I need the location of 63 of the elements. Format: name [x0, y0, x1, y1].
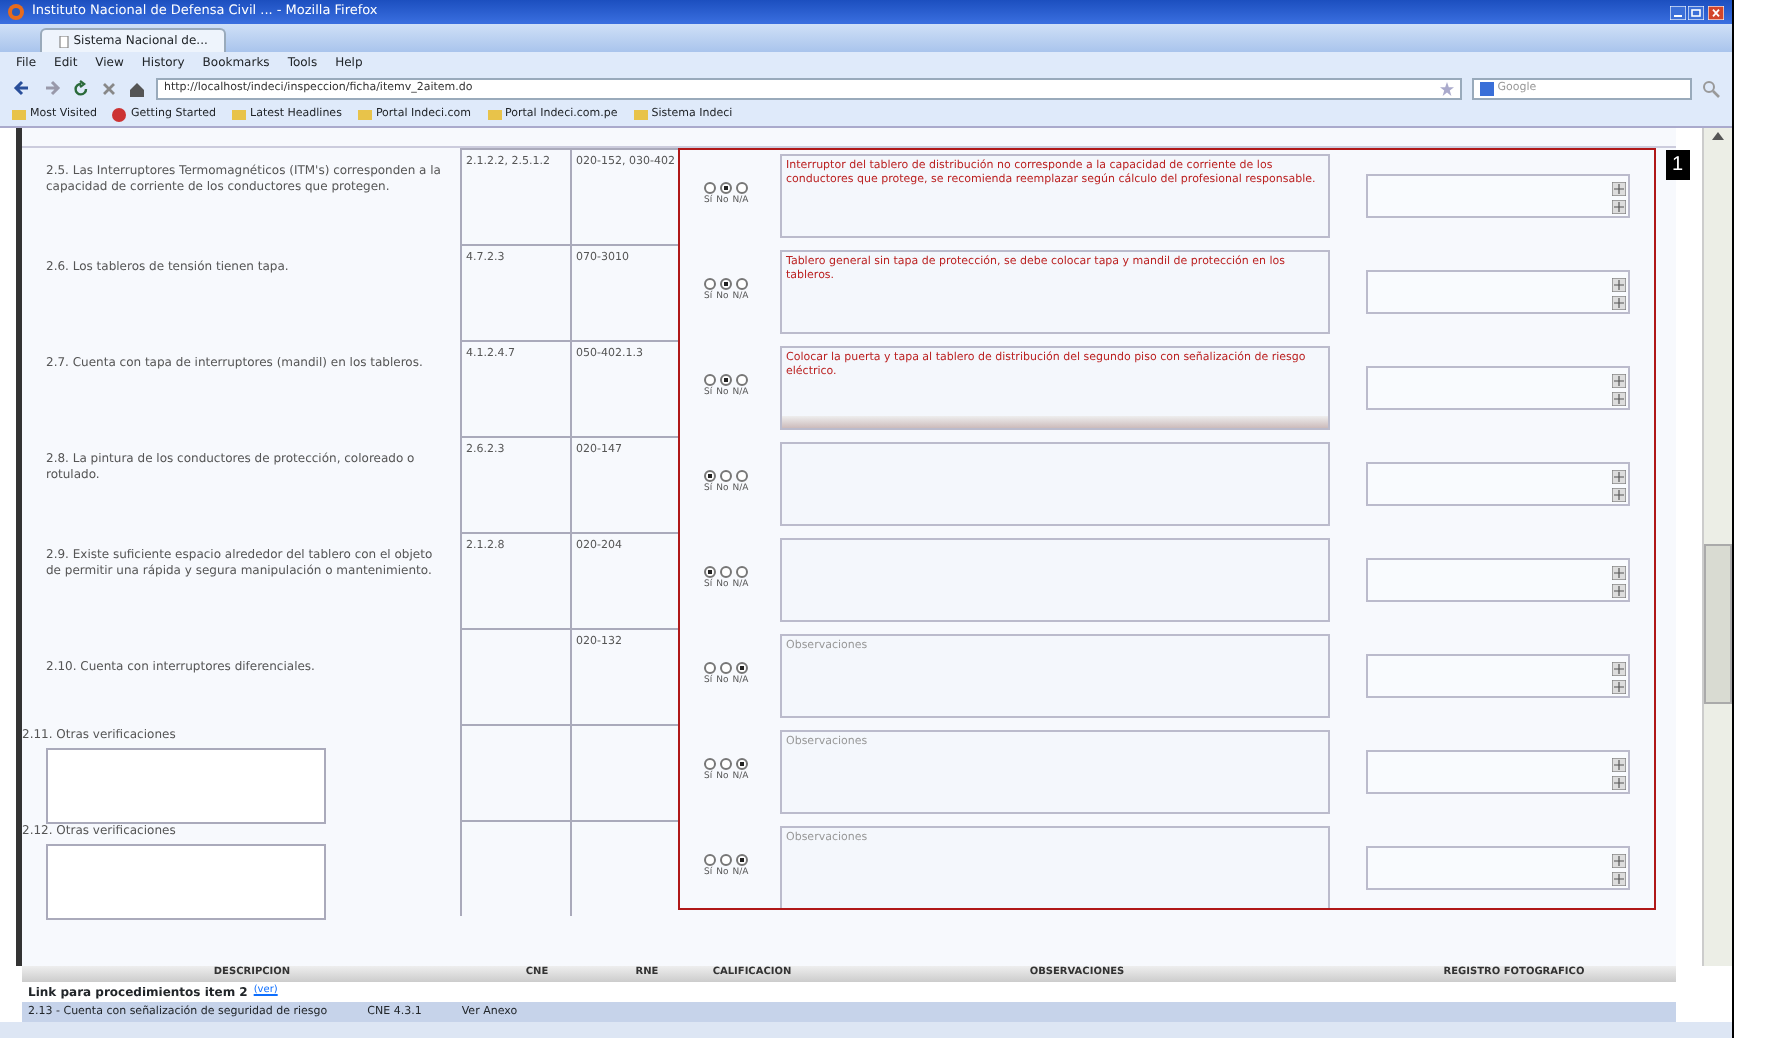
photo-field[interactable]: [1366, 654, 1630, 698]
text-area[interactable]: [46, 747, 326, 824]
forward-icon[interactable]: [42, 78, 62, 98]
radio-button[interactable]: [720, 278, 732, 291]
radio-button[interactable]: [704, 470, 716, 483]
photo-field[interactable]: [1366, 750, 1630, 794]
horizontal-scrollbar[interactable]: [782, 416, 1328, 428]
firefox-icon: [8, 4, 24, 20]
star-icon[interactable]: [1440, 81, 1454, 95]
photo-field[interactable]: [1366, 462, 1630, 506]
radio-button[interactable]: [736, 182, 748, 195]
folder-icon: [232, 108, 247, 122]
radio-button[interactable]: [704, 662, 716, 675]
home-icon[interactable]: [128, 79, 146, 97]
scrollbar-thumb[interactable]: [1704, 544, 1732, 704]
radio-button[interactable]: [736, 470, 748, 483]
annotation-number: 1: [1666, 150, 1690, 180]
folder-icon: [357, 108, 372, 122]
radio-button[interactable]: [720, 182, 732, 195]
radio-button[interactable]: [720, 470, 732, 483]
text-area[interactable]: [46, 843, 326, 920]
table-cell: [570, 820, 680, 916]
photo-field[interactable]: [1366, 270, 1630, 314]
radio-button[interactable]: [736, 278, 748, 291]
maximize-icon[interactable]: [1688, 5, 1705, 19]
reload-icon[interactable]: [72, 79, 90, 97]
search-engine-icon: [1480, 81, 1494, 95]
photo-field[interactable]: [1366, 174, 1630, 218]
minimize-icon[interactable]: [1669, 5, 1685, 19]
folder-icon: [12, 108, 26, 122]
radio-button[interactable]: [704, 182, 716, 195]
radio-button[interactable]: [704, 374, 716, 387]
close-icon[interactable]: [1708, 5, 1724, 19]
photo-field[interactable]: [1366, 846, 1630, 890]
radio-button[interactable]: [704, 278, 716, 291]
radio-button[interactable]: [704, 566, 716, 579]
radio-button[interactable]: [720, 374, 732, 387]
radio-button[interactable]: [720, 854, 732, 867]
observation-field[interactable]: [780, 538, 1330, 622]
radio-button[interactable]: [704, 758, 716, 771]
page-icon: [58, 35, 70, 47]
radio-button[interactable]: [720, 758, 732, 771]
radio-button[interactable]: [736, 662, 748, 675]
radio-button[interactable]: [736, 758, 748, 771]
radio-button[interactable]: [720, 566, 732, 579]
radio-button[interactable]: [704, 854, 716, 867]
observation-field[interactable]: [780, 442, 1330, 526]
stop-icon[interactable]: [100, 79, 118, 97]
search-icon[interactable]: [1702, 79, 1720, 97]
table-cell: [570, 724, 680, 820]
table-cell: [460, 820, 570, 916]
back-icon[interactable]: [12, 78, 32, 98]
folder-icon: [487, 108, 502, 122]
radio-button[interactable]: [736, 374, 748, 387]
radio-button[interactable]: [736, 854, 748, 867]
folder-icon: [633, 108, 648, 122]
radio-button[interactable]: [736, 566, 748, 579]
radio-button[interactable]: [720, 662, 732, 675]
photo-field[interactable]: [1366, 558, 1630, 602]
photo-field[interactable]: [1366, 366, 1630, 410]
table-cell: [460, 628, 570, 724]
bookmark-icon: [112, 108, 127, 122]
table-cell: [460, 724, 570, 820]
